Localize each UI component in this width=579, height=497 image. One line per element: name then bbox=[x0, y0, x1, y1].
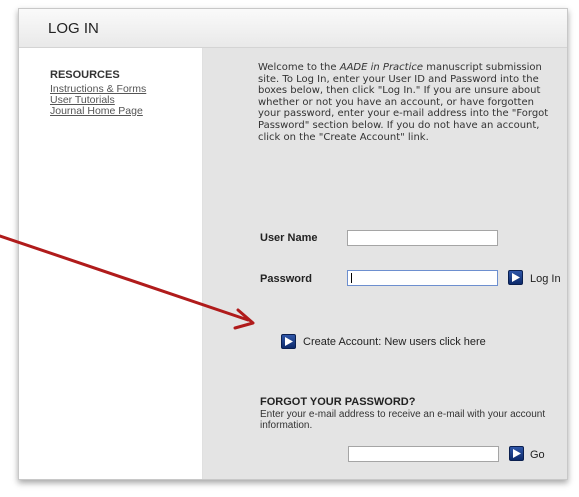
play-icon bbox=[285, 337, 293, 346]
create-account-button[interactable] bbox=[281, 334, 296, 349]
forgot-password-heading: FORGOT YOUR PASSWORD? bbox=[260, 396, 416, 408]
main-content: Welcome to the AADE in Practice manuscri… bbox=[203, 48, 567, 479]
play-icon bbox=[512, 273, 520, 282]
email-input[interactable] bbox=[348, 446, 499, 462]
text-caret bbox=[351, 273, 352, 283]
login-panel: LOG IN RESOURCES Instructions & Forms Us… bbox=[18, 8, 568, 480]
journal-home-page-link[interactable]: Journal Home Page bbox=[50, 106, 143, 117]
go-link[interactable]: Go bbox=[530, 449, 545, 461]
play-icon bbox=[513, 449, 521, 458]
login-link[interactable]: Log In bbox=[530, 273, 561, 285]
resources-sidebar: RESOURCES Instructions & Forms User Tuto… bbox=[19, 48, 203, 479]
password-label: Password bbox=[260, 273, 312, 285]
username-input[interactable] bbox=[347, 230, 498, 246]
panel-header: LOG IN bbox=[19, 9, 567, 48]
create-account-link[interactable]: Create Account: New users click here bbox=[303, 336, 486, 348]
password-input[interactable] bbox=[347, 270, 498, 286]
username-label: User Name bbox=[260, 232, 318, 244]
journal-name: AADE in Practice bbox=[339, 62, 424, 73]
resources-heading: RESOURCES bbox=[50, 69, 120, 81]
go-button[interactable] bbox=[509, 446, 524, 461]
page-title: LOG IN bbox=[48, 20, 99, 37]
forgot-password-description: Enter your e-mail address to receive an … bbox=[260, 409, 546, 431]
welcome-text: Welcome to the AADE in Practice manuscri… bbox=[258, 62, 549, 143]
login-button[interactable] bbox=[508, 270, 523, 285]
